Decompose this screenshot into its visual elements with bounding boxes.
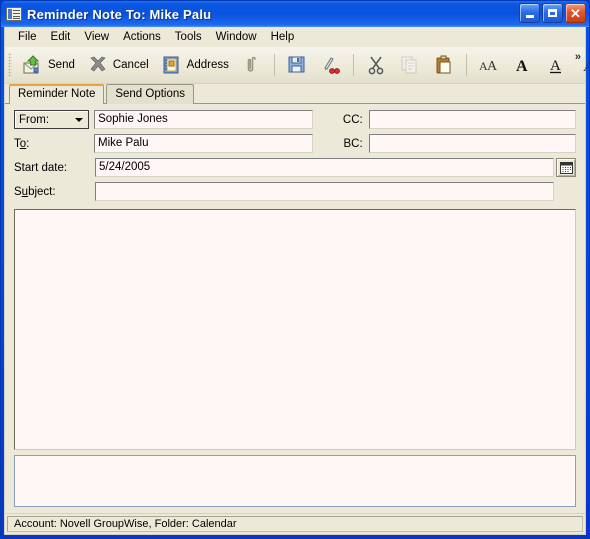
compose-form: From: Sophie Jones CC: To: Mike Palu BC:… xyxy=(5,104,585,513)
row-start-date: Start date: 5/24/2005 xyxy=(14,158,576,177)
toolbar-overflow-button[interactable]: » xyxy=(575,51,581,63)
minimize-button[interactable] xyxy=(519,3,540,23)
from-input[interactable]: Sophie Jones xyxy=(94,110,314,129)
italic-A-icon: A xyxy=(583,59,590,75)
client-area: File Edit View Actions Tools Window Help… xyxy=(4,27,590,535)
menu-window[interactable]: Window xyxy=(209,29,264,45)
font-button[interactable]: A A xyxy=(472,50,506,80)
copy-pages-icon xyxy=(401,56,417,74)
send-button[interactable]: Send xyxy=(16,50,81,80)
floppy-save-icon xyxy=(288,56,305,73)
subject-label-post: bject: xyxy=(28,185,56,198)
cut-button[interactable] xyxy=(359,50,393,80)
window-title: Reminder Note To: Mike Palu xyxy=(27,6,212,22)
row-from-cc: From: Sophie Jones CC: xyxy=(14,110,576,129)
close-icon: ✕ xyxy=(570,5,581,21)
tab-send-options[interactable]: Send Options xyxy=(106,84,195,104)
subject-input[interactable] xyxy=(95,182,554,201)
font-AA-icon: A A xyxy=(479,59,498,74)
menu-view[interactable]: View xyxy=(77,29,116,45)
from-dropdown[interactable]: From: xyxy=(14,110,90,129)
cancel-x-icon xyxy=(90,56,106,72)
application-window: Reminder Note To: Mike Palu ✕ File Edit … xyxy=(0,0,590,539)
spell-check-icon xyxy=(324,57,340,74)
scissors-cut-icon xyxy=(368,56,384,75)
message-body-input[interactable] xyxy=(14,209,576,450)
send-envelope-icon xyxy=(23,55,40,74)
cc-label: CC: xyxy=(342,113,363,126)
to-label: To: xyxy=(14,138,89,150)
row-to-bc: To: Mike Palu BC: xyxy=(14,134,576,153)
save-button[interactable] xyxy=(280,50,314,80)
to-label-post: : xyxy=(26,137,30,150)
cancel-label: Cancel xyxy=(112,59,149,71)
date-picker-button[interactable] xyxy=(556,158,576,177)
status-text: Account: Novell GroupWise, Folder: Calen… xyxy=(7,516,583,532)
toolbar-gripper[interactable] xyxy=(8,53,12,77)
bc-label: BC: xyxy=(343,137,363,150)
bc-input[interactable] xyxy=(368,134,576,153)
tab-reminder-note[interactable]: Reminder Note xyxy=(9,84,105,104)
title-bar[interactable]: Reminder Note To: Mike Palu ✕ xyxy=(1,1,589,27)
cc-input[interactable] xyxy=(368,110,576,129)
maximize-button[interactable] xyxy=(542,3,563,23)
svg-text:A: A xyxy=(487,59,498,74)
chevron-down-icon xyxy=(75,117,84,122)
menu-actions[interactable]: Actions xyxy=(116,29,168,45)
attachment-pane[interactable] xyxy=(14,455,576,507)
menu-edit[interactable]: Edit xyxy=(44,29,78,45)
subject-label: Subject: xyxy=(14,186,90,198)
send-label: Send xyxy=(48,59,75,71)
row-subject: Subject: xyxy=(14,182,576,201)
note-window-icon xyxy=(6,7,22,21)
toolbar-separator-1 xyxy=(273,54,275,76)
svg-text:A: A xyxy=(550,58,561,74)
tab-strip: Reminder Note Send Options xyxy=(5,84,585,104)
window-controls: ✕ xyxy=(519,3,586,23)
underline-button[interactable]: A xyxy=(540,50,574,80)
to-input[interactable]: Mike Palu xyxy=(94,134,314,153)
copy-button xyxy=(393,50,427,80)
status-bar: Account: Novell GroupWise, Folder: Calen… xyxy=(5,513,585,534)
menu-help[interactable]: Help xyxy=(264,29,302,45)
address-button[interactable]: Address xyxy=(155,50,235,80)
menu-file[interactable]: File xyxy=(11,29,44,45)
cancel-button[interactable]: Cancel xyxy=(81,50,155,80)
spellcheck-button[interactable] xyxy=(314,50,348,80)
menu-bar: File Edit View Actions Tools Window Help xyxy=(5,27,585,47)
start-date-label: Start date: xyxy=(14,161,68,174)
svg-text:A: A xyxy=(583,59,590,75)
from-dropdown-label: From: xyxy=(19,113,50,126)
clipboard-paste-icon xyxy=(436,55,451,74)
start-date-input[interactable]: 5/24/2005 xyxy=(95,158,554,177)
menu-tools[interactable]: Tools xyxy=(168,29,209,45)
svg-text:A: A xyxy=(516,58,528,75)
calendar-icon xyxy=(559,161,573,174)
toolbar-separator-2 xyxy=(352,54,354,76)
paste-button[interactable] xyxy=(427,50,461,80)
toolbar-separator-3 xyxy=(465,54,467,76)
bold-button[interactable]: A xyxy=(506,50,540,80)
bold-A-icon: A xyxy=(516,58,528,75)
address-book-icon xyxy=(163,56,179,74)
underline-A-icon: A xyxy=(549,58,561,74)
paperclip-icon xyxy=(247,56,256,72)
toolbar: Send Cancel Address A A A A » xyxy=(5,47,590,84)
close-button[interactable]: ✕ xyxy=(565,3,586,23)
attach-button[interactable] xyxy=(235,50,269,80)
address-label: Address xyxy=(186,59,229,71)
subject-label-pre: S xyxy=(14,185,22,198)
